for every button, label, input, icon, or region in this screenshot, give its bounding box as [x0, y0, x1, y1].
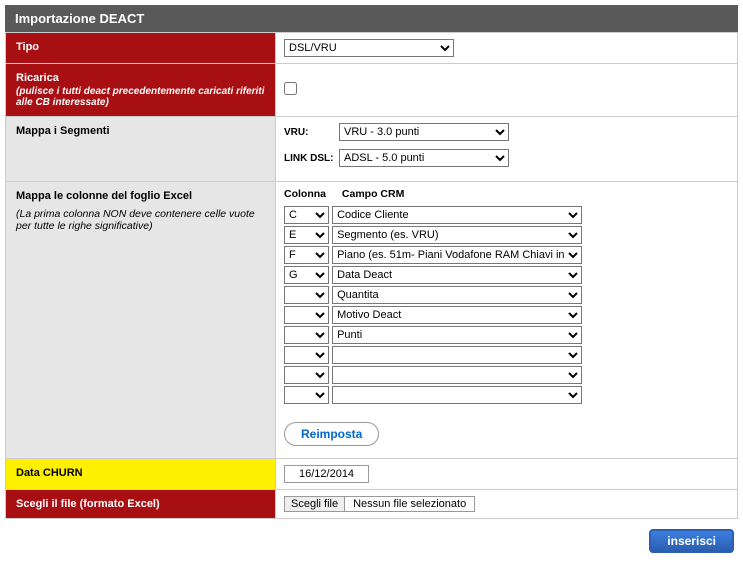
column-map-row — [284, 346, 729, 364]
column-map-row: E Segmento (es. VRU) — [284, 226, 729, 244]
excel-column-select[interactable] — [284, 346, 329, 364]
form-table: Tipo DSL/VRU Ricarica (pulisce i tutti d… — [5, 32, 738, 519]
churn-date-input[interactable]: 16/12/2014 — [284, 465, 369, 483]
column-map-row: G Data Deact — [284, 266, 729, 284]
excel-column-select[interactable]: G — [284, 266, 329, 284]
ricarica-label: Ricarica (pulisce i tutti deact preceden… — [6, 64, 276, 117]
crm-field-select[interactable] — [332, 386, 582, 404]
column-map-row: Punti — [284, 326, 729, 344]
file-status: Nessun file selezionato — [345, 496, 475, 512]
crm-field-select[interactable] — [332, 366, 582, 384]
choose-file-button[interactable]: Scegli file — [284, 496, 345, 512]
segment-select[interactable]: ADSL - 5.0 punti — [339, 149, 509, 167]
crm-field-select[interactable]: Motivo Deact — [332, 306, 582, 324]
excel-column-select[interactable]: E — [284, 226, 329, 244]
excel-column-select[interactable] — [284, 306, 329, 324]
crm-field-select[interactable] — [332, 346, 582, 364]
crm-field-select[interactable]: Punti — [332, 326, 582, 344]
excel-column-select[interactable] — [284, 366, 329, 384]
segment-row: VRU:VRU - 3.0 punti — [284, 123, 729, 141]
reset-button[interactable]: Reimposta — [284, 422, 379, 446]
segment-row: LINK DSL:ADSL - 5.0 punti — [284, 149, 729, 167]
tipo-select[interactable]: DSL/VRU — [284, 39, 454, 57]
tipo-label: Tipo — [6, 33, 276, 64]
column-map-row: Motivo Deact — [284, 306, 729, 324]
mappa-column-headers: Colonna Campo CRM — [284, 188, 729, 200]
column-map-row — [284, 386, 729, 404]
segment-name: LINK DSL: — [284, 153, 339, 164]
crm-field-select[interactable]: Codice Cliente — [332, 206, 582, 224]
crm-field-select[interactable]: Segmento (es. VRU) — [332, 226, 582, 244]
column-map-row: C Codice Cliente — [284, 206, 729, 224]
churn-label: Data CHURN — [6, 459, 276, 490]
crm-field-select[interactable]: Data Deact — [332, 266, 582, 284]
crm-field-select[interactable]: Piano (es. 51m- Piani Vodafone RAM Chiav… — [332, 246, 582, 264]
excel-column-select[interactable]: F — [284, 246, 329, 264]
column-map-row — [284, 366, 729, 384]
file-label: Scegli il file (formato Excel) — [6, 490, 276, 519]
excel-column-select[interactable]: C — [284, 206, 329, 224]
submit-button[interactable]: inserisci — [649, 529, 734, 553]
page-title: Importazione DEACT — [5, 5, 738, 32]
excel-column-select[interactable] — [284, 386, 329, 404]
excel-column-select[interactable] — [284, 326, 329, 344]
segmenti-label: Mappa i Segmenti — [6, 117, 276, 182]
column-map-row: Quantita — [284, 286, 729, 304]
segment-select[interactable]: VRU - 3.0 punti — [339, 123, 509, 141]
excel-column-select[interactable] — [284, 286, 329, 304]
ricarica-checkbox[interactable] — [284, 82, 297, 95]
segment-name: VRU: — [284, 127, 339, 138]
import-deact-form: Importazione DEACT Tipo DSL/VRU Ricarica… — [5, 5, 738, 557]
mappa-label: Mappa le colonne del foglio Excel (La pr… — [6, 182, 276, 459]
column-map-row: F Piano (es. 51m- Piani Vodafone RAM Chi… — [284, 246, 729, 264]
crm-field-select[interactable]: Quantita — [332, 286, 582, 304]
